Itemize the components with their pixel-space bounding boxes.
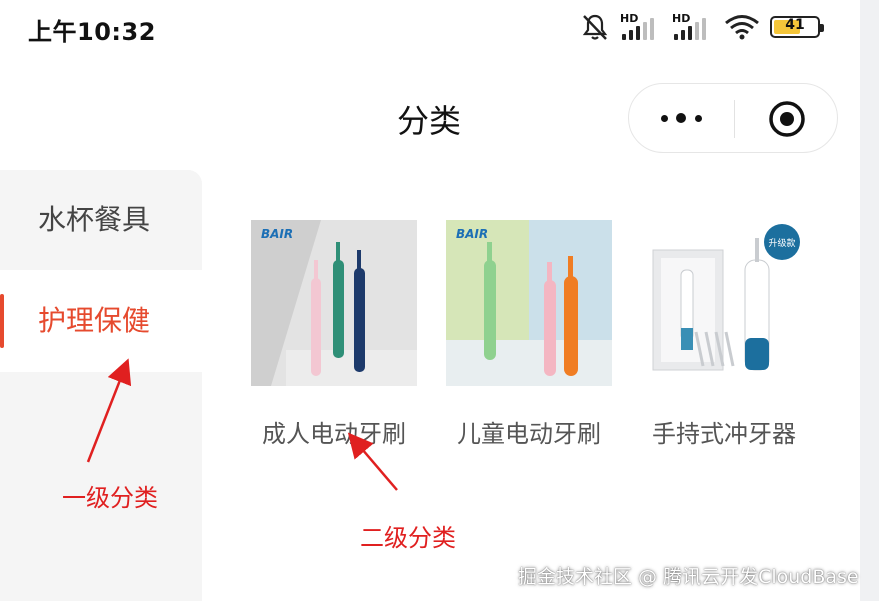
sidebar-item-health-care[interactable]: 护理保健	[0, 270, 202, 372]
arrow-to-product-icon	[347, 432, 398, 491]
product-name: 手持式冲牙器	[652, 420, 796, 448]
target-close-icon[interactable]	[768, 100, 806, 138]
battery-icon: 41	[770, 16, 824, 38]
wifi-icon	[724, 13, 760, 41]
product-name: 成人电动牙刷	[262, 420, 406, 448]
handheld-water-flosser-image: 升级款	[641, 220, 807, 386]
product-name: 儿童电动牙刷	[457, 420, 601, 448]
watermark: 掘金技术社区 @ 腾讯云开发CloudBase	[518, 566, 859, 588]
sidebar-item-label: 护理保健	[38, 304, 151, 337]
status-time: 上午10:32	[28, 18, 156, 46]
kids-electric-toothbrush-image: BAIR	[446, 220, 612, 386]
annotation-level1: 一级分类	[62, 484, 158, 512]
signal-icon: HD	[620, 12, 662, 42]
upgrade-badge: 升级款	[768, 237, 795, 249]
adult-electric-toothbrush-image: BAIR	[251, 220, 417, 386]
sidebar-item-label: 水杯餐具	[38, 203, 151, 236]
signal-icon: HD	[672, 12, 714, 42]
brand-logo: BAIR	[261, 227, 293, 241]
product-adult-toothbrush[interactable]: BAIR 成人电动牙刷	[251, 220, 417, 449]
product-water-flosser[interactable]: 升级款 手持式冲牙器	[641, 220, 807, 449]
capsule-divider	[734, 100, 735, 138]
signal-hd-label: HD	[620, 12, 639, 25]
active-indicator	[0, 294, 4, 348]
mini-program-capsule	[628, 83, 838, 153]
brand-logo: BAIR	[456, 227, 488, 241]
sidebar-item-cups-tableware[interactable]: 水杯餐具	[0, 170, 202, 270]
battery-level: 41	[785, 17, 805, 33]
more-dots-icon[interactable]	[659, 104, 705, 132]
edge-strip	[860, 0, 879, 601]
status-bar: 上午10:32 HD HD 41	[0, 0, 860, 56]
status-icons: HD HD 41	[580, 10, 824, 44]
signal-hd-label: HD	[672, 12, 691, 25]
bell-muted-icon	[580, 12, 610, 42]
product-kids-toothbrush[interactable]: BAIR 儿童电动牙刷	[446, 220, 612, 449]
annotation-level2: 二级分类	[360, 524, 456, 552]
